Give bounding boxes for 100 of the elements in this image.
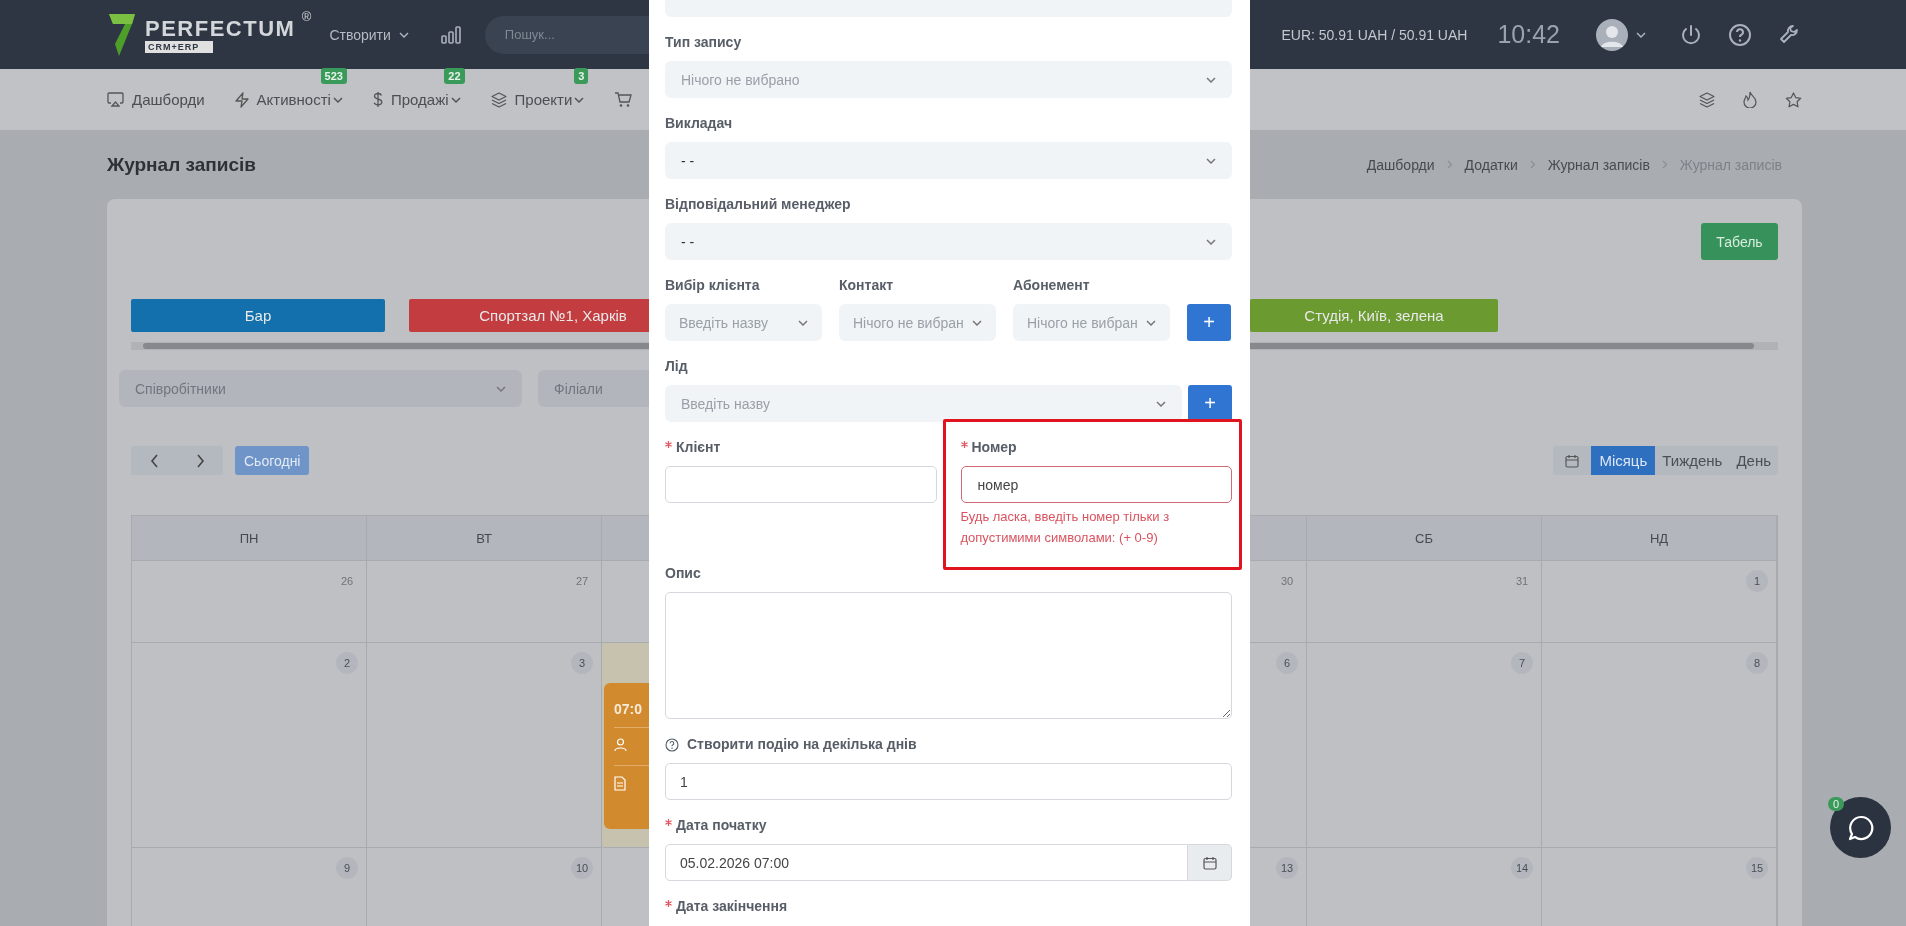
select-field[interactable]: - -: [665, 142, 1232, 179]
select-field[interactable]: Нічого не вибрано: [665, 61, 1232, 98]
weekday-header: НД: [1542, 516, 1777, 561]
date-field[interactable]: 05.02.2026 07:00: [665, 844, 1188, 881]
field-label: Дата початку: [676, 817, 767, 834]
layers-icon: [490, 91, 507, 108]
day-number[interactable]: 30: [1276, 570, 1298, 592]
chevron-down-icon: [1146, 319, 1156, 326]
monitor-icon: [107, 92, 124, 107]
input-field[interactable]: номер: [960, 466, 1232, 503]
field-label: Контакт: [839, 277, 895, 294]
field-label: Абонемент: [1013, 277, 1091, 294]
logo-icon: [107, 11, 137, 58]
today-button[interactable]: Сьогодні: [235, 446, 310, 475]
field-label: Вибір клієнта: [665, 277, 761, 294]
weekday-header: СБ: [1307, 516, 1542, 561]
chevron-right-icon: [195, 453, 205, 468]
day-number[interactable]: 27: [571, 570, 593, 592]
day-number[interactable]: 26: [336, 570, 358, 592]
chevron-down-icon: [972, 319, 982, 326]
resource-button[interactable]: Студія, Київ, зелена: [1250, 299, 1498, 332]
breadcrumb-link[interactable]: Журнал записів: [1547, 156, 1650, 173]
select-field[interactable]: Нічого не вибран: [1013, 304, 1170, 341]
star-icon[interactable]: [1785, 91, 1802, 108]
select-field[interactable]: Введіть назву: [665, 385, 1182, 422]
avatar-icon[interactable]: [1596, 18, 1628, 51]
chat-button[interactable]: [1830, 797, 1891, 858]
day-number[interactable]: 9: [336, 857, 358, 879]
select-value: - -: [681, 152, 695, 169]
field-label: Дата закінчення: [676, 898, 788, 915]
chevron-left-icon: [149, 453, 159, 468]
day-number[interactable]: 8: [1746, 652, 1768, 674]
layers-icon[interactable]: [1699, 91, 1715, 108]
day-number[interactable]: 6: [1276, 652, 1298, 674]
resource-button[interactable]: Бар: [131, 299, 385, 332]
placeholder-text: Нічого не вибрано: [681, 71, 800, 88]
count-badge: 523: [320, 68, 347, 84]
placeholder-text: Нічого не вибран: [1027, 314, 1138, 331]
help-icon[interactable]: [1728, 22, 1752, 47]
create-menu[interactable]: Створити: [329, 26, 391, 43]
chevron-down-icon: [1206, 238, 1216, 245]
calendar-icon: [1565, 453, 1580, 468]
weekday-header: ПН: [132, 516, 367, 561]
calendar-icon: [1202, 855, 1217, 870]
registered-mark: ®: [301, 8, 312, 24]
view-tab[interactable]: День: [1729, 446, 1778, 475]
breadcrumb-link[interactable]: Дашборди: [1366, 156, 1435, 173]
chevron-down-icon: [398, 31, 409, 38]
calendar-button[interactable]: [1188, 844, 1232, 881]
day-number[interactable]: 1: [1746, 570, 1768, 592]
tagline: CRM+ERP: [145, 40, 214, 53]
event-time: 07:0: [614, 701, 644, 717]
select-field[interactable]: Введіть назву: [665, 304, 822, 341]
weekday-header: ВТ: [367, 516, 602, 561]
input-field[interactable]: [665, 466, 937, 503]
add-button[interactable]: +: [1187, 304, 1231, 341]
day-number[interactable]: 31: [1511, 570, 1533, 592]
filter-select[interactable]: Співробітники: [119, 370, 522, 407]
count-badge: 22: [444, 68, 465, 84]
chevron-down-icon: [1636, 31, 1646, 38]
timesheet-button[interactable]: Табель: [1701, 223, 1778, 260]
flame-icon[interactable]: [1743, 91, 1757, 108]
view-tab[interactable]: Місяць: [1591, 446, 1656, 475]
day-number[interactable]: 13: [1276, 857, 1298, 879]
currency-rate: EUR: 50.91 UAH / 50.91 UAH: [1281, 26, 1468, 43]
cart-icon[interactable]: [614, 91, 633, 108]
chevron-down-icon: [1206, 157, 1216, 164]
clock: 10:42: [1497, 20, 1560, 49]
field-label: Номер: [971, 439, 1017, 456]
day-number[interactable]: 3: [571, 652, 593, 674]
count-badge: 3: [574, 68, 589, 84]
document-icon: [614, 776, 626, 791]
help-icon[interactable]: [665, 737, 679, 752]
day-number[interactable]: 10: [571, 857, 593, 879]
placeholder-text: Нічого не вибран: [853, 314, 964, 331]
person-icon: [614, 738, 627, 752]
breadcrumb-link[interactable]: Додатки: [1464, 156, 1518, 173]
nav-item[interactable]: Дашборди: [107, 91, 205, 108]
view-tab[interactable]: Тиждень: [1655, 446, 1730, 475]
field-label: Відповідальний менеджер: [665, 196, 852, 213]
chevron-down-icon: [1156, 400, 1166, 407]
day-number[interactable]: 7: [1511, 652, 1533, 674]
chevron-right-icon: [1661, 160, 1668, 169]
input-field[interactable]: 1: [665, 763, 1232, 800]
chevron-down-icon: [496, 385, 506, 392]
day-number[interactable]: 14: [1511, 857, 1533, 879]
lightning-icon: [234, 91, 249, 108]
chevron-right-icon: [1446, 160, 1453, 169]
day-number[interactable]: 2: [336, 652, 358, 674]
field-label: Викладач: [665, 115, 734, 132]
error-message: Будь ласка, введіть номер тільки з допустимими символами: (+ 0-9): [960, 508, 1171, 547]
brand-name: PERFECTUM: [145, 16, 296, 41]
page-title: Журнал записів: [107, 153, 256, 176]
day-number[interactable]: 15: [1746, 857, 1768, 879]
bar-chart-icon[interactable]: [440, 25, 461, 44]
power-icon[interactable]: [1680, 23, 1702, 46]
dollar-icon: [372, 91, 383, 108]
select-field[interactable]: - -: [665, 223, 1232, 260]
select-field[interactable]: Нічого не вибран: [839, 304, 996, 341]
select-value: - -: [681, 233, 695, 250]
